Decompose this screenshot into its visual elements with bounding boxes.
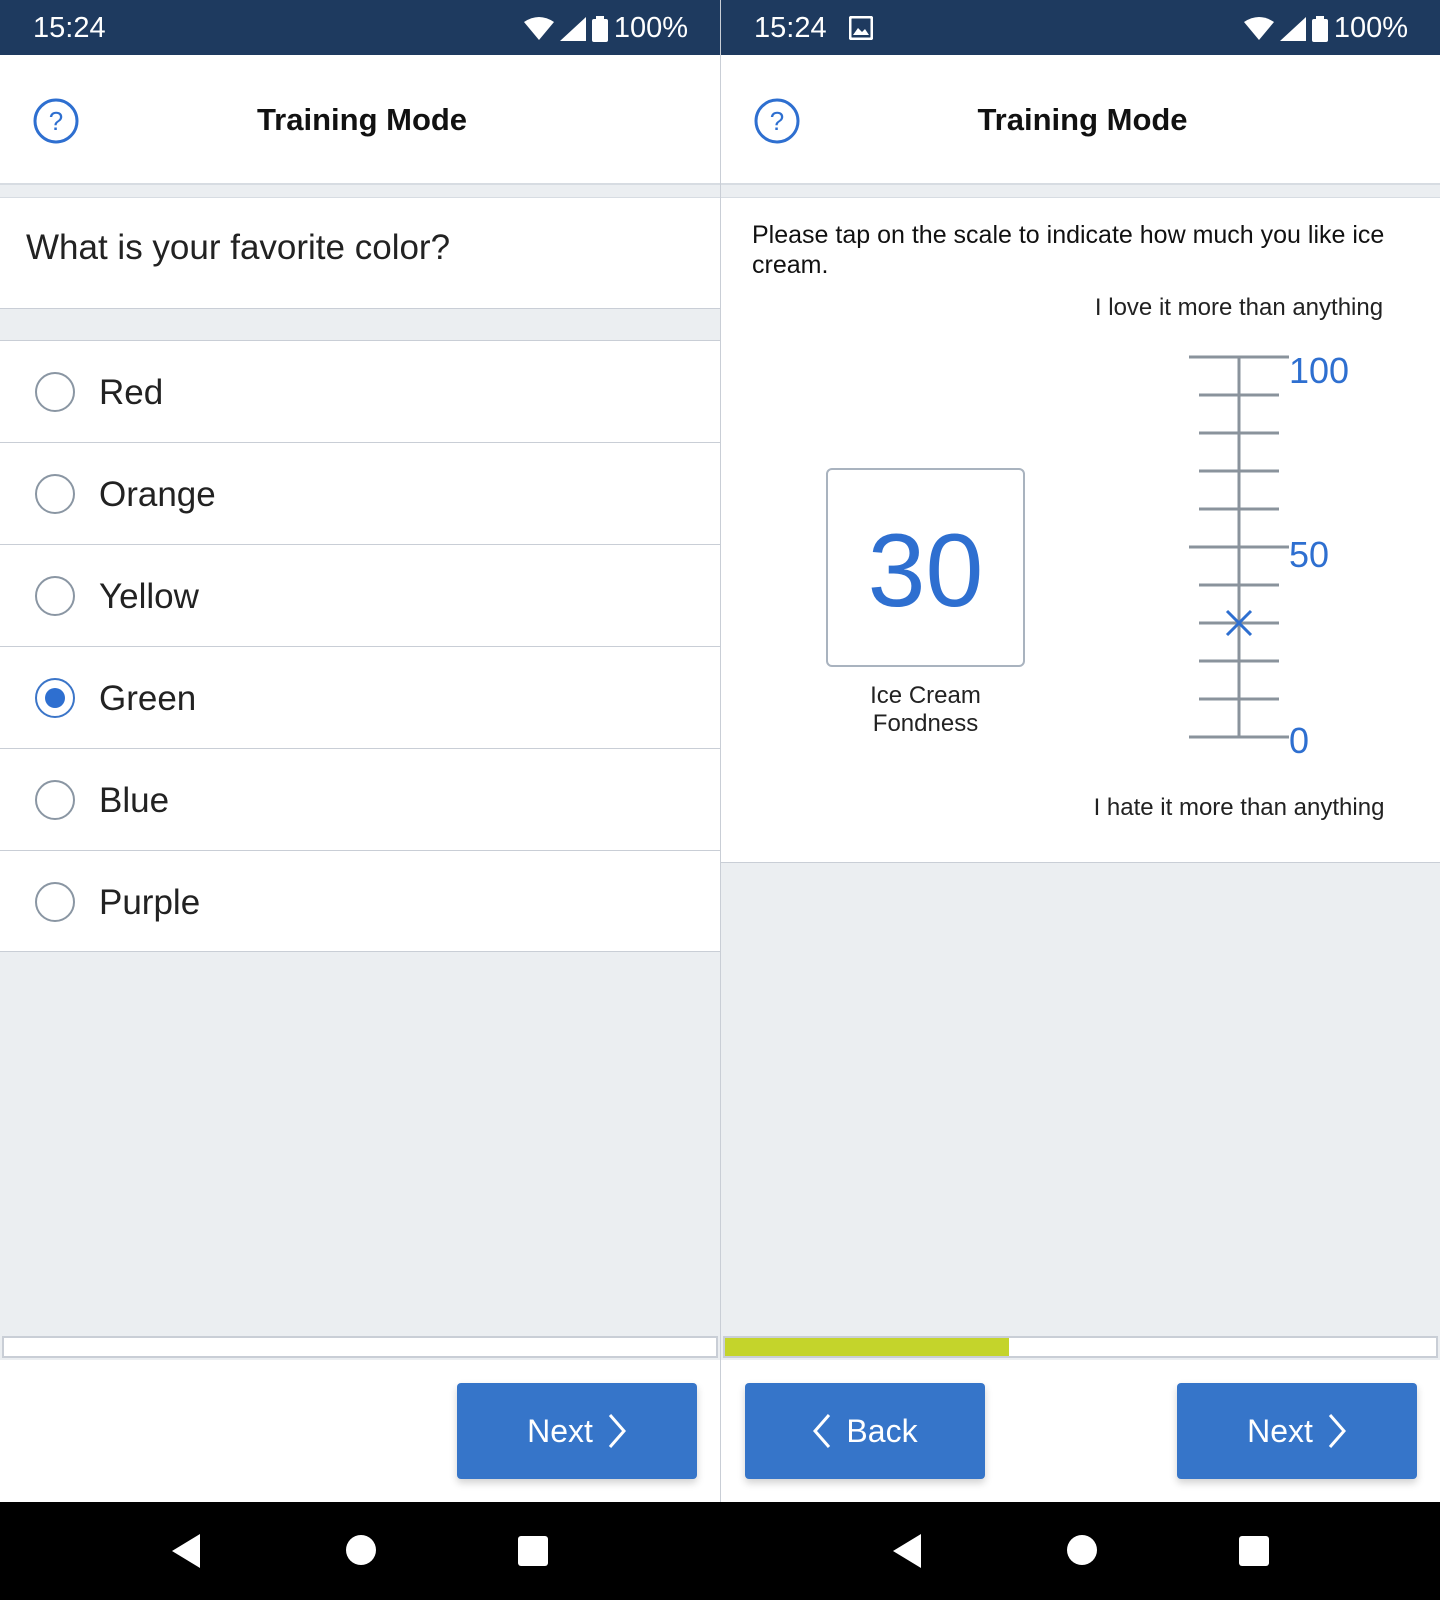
progress-fill [725,1338,1010,1356]
option-purple[interactable]: Purple [0,850,720,952]
option-red[interactable]: Red [0,340,720,442]
signal-icon [1279,16,1306,41]
battery-icon [591,15,608,42]
footer: Next [0,1360,720,1502]
chevron-left-icon [813,1414,831,1448]
radio-button[interactable] [35,882,75,922]
status-time: 15:24 [754,12,827,44]
nav-recent-apps-icon[interactable] [1239,1536,1269,1566]
scale-min-label: 0 [1289,720,1309,761]
battery-percent: 100% [1333,12,1408,44]
page-title: Training Mode [256,102,468,137]
wifi-icon [1243,16,1274,40]
option-label: Yellow [99,577,199,616]
system-nav-bar [0,1502,720,1600]
next-button[interactable]: Next [457,1383,697,1479]
scale-top-label: I love it more than anything [1094,294,1384,321]
radio-button[interactable] [35,474,75,514]
option-label: Orange [99,475,216,514]
status-bar: 15:24 100% [721,0,1440,55]
radio-button[interactable] [35,372,75,412]
system-nav-bar [721,1502,1440,1600]
option-blue[interactable]: Blue [0,748,720,850]
app-bar: ? Training Mode [721,55,1440,185]
footer: Back Next [721,1360,1440,1502]
radio-button[interactable] [35,678,75,718]
value-display: 30 [867,513,984,629]
option-label: Blue [99,781,170,820]
question-text: What is your favorite color? [26,228,451,267]
value-label: Ice Cream Fondness [870,682,981,737]
next-label: Next [527,1412,593,1449]
page-title: Training Mode [977,102,1188,137]
option-yellow[interactable]: Yellow [0,544,720,646]
scale-mid-label: 50 [1289,534,1329,575]
image-notification-icon [849,16,873,40]
battery-percent: 100% [613,12,688,44]
radio-button[interactable] [35,780,75,820]
nav-home-icon[interactable] [346,1535,376,1565]
option-label: Red [99,373,164,412]
progress-bar [2,1336,718,1358]
rating-scale[interactable]: 100 50 0 [1151,353,1351,763]
instructions-text: Please tap on the scale to indicate how … [752,221,1385,279]
nav-back-icon[interactable] [893,1534,923,1568]
option-orange[interactable]: Orange [0,442,720,544]
chevron-right-icon [608,1414,626,1448]
progress-bar [723,1336,1438,1358]
option-label: Purple [99,883,201,922]
option-label: Green [99,679,197,718]
back-label: Back [846,1412,918,1449]
options-list: Red Orange Yellow Green Blue Purple [0,340,720,952]
signal-icon [559,16,586,41]
status-time: 15:24 [33,12,106,44]
radio-button[interactable] [35,576,75,616]
next-button[interactable]: Next [1177,1383,1417,1479]
wifi-icon [523,16,554,40]
status-bar: 15:24 100% [0,0,720,55]
screen-ice-cream-scale: 15:24 100% ? Training Mode Please tap on… [721,0,1440,1600]
back-button[interactable]: Back [745,1383,985,1479]
nav-back-icon[interactable] [172,1534,202,1568]
nav-recent-apps-icon[interactable] [518,1536,548,1566]
chevron-right-icon [1328,1414,1346,1448]
scale-question-panel: Please tap on the scale to indicate how … [721,197,1440,863]
scale-max-label: 100 [1289,353,1349,391]
next-label: Next [1247,1412,1313,1449]
question-panel: What is your favorite color? [0,197,720,309]
screen-color-question: 15:24 100% ? Training Mode What is your … [0,0,720,1600]
battery-icon [1311,15,1328,42]
scale-bottom-label: I hate it more than anything [1093,794,1385,821]
nav-home-icon[interactable] [1067,1535,1097,1565]
status-icons: 100% [1243,12,1408,45]
app-bar: ? Training Mode [0,55,720,185]
value-display-box: 30 [826,468,1025,667]
option-green[interactable]: Green [0,646,720,748]
status-icons: 100% [523,12,688,45]
